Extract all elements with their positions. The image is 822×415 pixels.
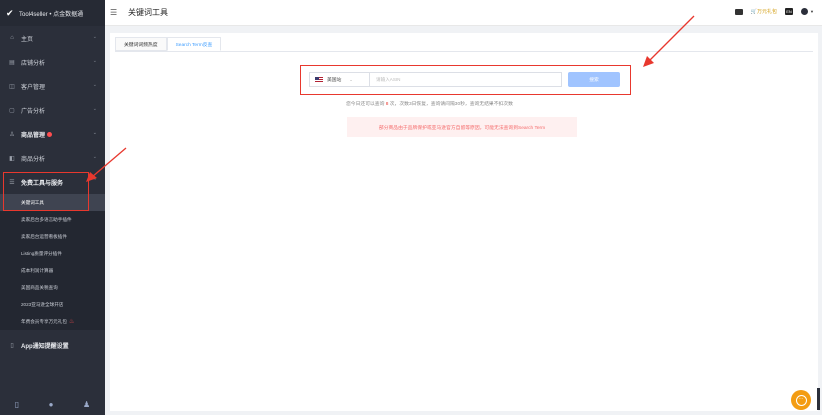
sidebar-item-label: 广告分析 bbox=[21, 108, 46, 115]
country-select[interactable]: 美国站 ⌄ bbox=[309, 72, 369, 87]
wechat-icon[interactable]: ● bbox=[49, 400, 54, 409]
sub-item-listing-score[interactable]: Listing质量评分插件 bbox=[0, 245, 105, 262]
mail-icon[interactable] bbox=[734, 8, 743, 15]
asin-input[interactable]: 请输入ASIN bbox=[369, 72, 562, 87]
sub-item-profit-calculator[interactable]: 成本利润计算器 bbox=[0, 262, 105, 279]
sidebar-item-label: 商品分析 bbox=[21, 156, 46, 163]
sub-item-tariff-query[interactable]: 美国商品关税查询 bbox=[0, 279, 105, 296]
sidebar-footer: ▯ ● ♟ bbox=[0, 393, 105, 415]
qq-icon[interactable]: ♟ bbox=[83, 400, 90, 409]
chart-icon: ◧ bbox=[9, 155, 15, 162]
sidebar-item-store[interactable]: ▤ 店铺分析 ⌄ bbox=[0, 50, 105, 74]
sidebar-item-products[interactable]: ♙ 商品管理 ⌄ bbox=[0, 122, 105, 146]
logo-icon: ✔ bbox=[6, 8, 14, 18]
fire-icon: ♨ bbox=[68, 319, 75, 325]
product-icon: ♙ bbox=[9, 131, 15, 138]
sub-item-dashboard-plugin[interactable]: 卖家后台运营看板插件 bbox=[0, 228, 105, 245]
brand[interactable]: ✔ Tool4seller • 点金数据通 bbox=[0, 0, 105, 26]
sub-item-label: 卖家后台运营看板插件 bbox=[21, 233, 67, 239]
us-flag-icon bbox=[315, 77, 323, 82]
quota-text: 您今日还可以查询 8 次，次数3日恢复，查询请间隔30秒，查询无结果不扣次数 bbox=[346, 100, 513, 107]
annotation-arrow-right bbox=[643, 15, 695, 67]
tab-search-term[interactable]: Search Term反查 bbox=[166, 37, 222, 51]
sub-item-translate-plugin[interactable]: 卖家后台多语言助手插件 bbox=[0, 211, 105, 228]
chevron-down-icon: ⌄ bbox=[92, 82, 97, 88]
sub-item-vip-gift[interactable]: 年费会员专享万元礼包 ♨ bbox=[0, 313, 105, 330]
sidebar-item-label: App通知提醒设置 bbox=[21, 343, 69, 350]
quota-prefix: 您今日还可以查询 bbox=[346, 102, 385, 107]
tab-bar: 关键词词频热度 Search Term反查 bbox=[115, 37, 222, 51]
sidebar-item-home[interactable]: ⌂ 主页 ⌄ bbox=[0, 26, 105, 50]
language-switch[interactable]: EN bbox=[785, 8, 794, 15]
phone-icon[interactable]: ▯ bbox=[15, 400, 19, 409]
home-icon: ⌂ bbox=[10, 35, 14, 41]
ad-icon: ▢ bbox=[9, 107, 15, 114]
chat-button[interactable]: ··· bbox=[791, 390, 811, 410]
country-value: 美国站 bbox=[327, 78, 342, 83]
caret-down-icon[interactable]: ▼ bbox=[810, 9, 814, 14]
header-actions: 🛒万元礼包 EN ▼ bbox=[734, 8, 814, 15]
menu-toggle-icon[interactable]: ☰ bbox=[110, 8, 120, 17]
top-header: ☰ 关键词工具 🛒万元礼包 EN ▼ bbox=[105, 0, 822, 26]
sub-item-label: 2023亚马逊全球开店 bbox=[21, 301, 64, 307]
warning-alert: 部分商品由于品牌保护或亚马逊官方自留等原因，可能无法查询到Search Term bbox=[347, 117, 577, 137]
sub-item-global-selling[interactable]: 2023亚马逊全球开店 bbox=[0, 296, 105, 313]
chevron-down-icon: ⌄ bbox=[349, 77, 353, 82]
gift-link[interactable]: 🛒万元礼包 bbox=[751, 8, 777, 15]
sub-item-label: 年费会员专享万元礼包 bbox=[21, 318, 67, 324]
brand-name: Tool4seller • 点金数据通 bbox=[19, 11, 84, 18]
quota-suffix: 次，次数3日恢复，查询请间隔30秒，查询无结果不扣次数 bbox=[389, 102, 513, 107]
annotation-arrow-left bbox=[86, 147, 127, 182]
tab-divider bbox=[115, 51, 813, 52]
avatar[interactable] bbox=[801, 8, 809, 15]
sub-item-label: 卖家后台多语言助手插件 bbox=[21, 216, 72, 222]
gift-label: 万元礼包 bbox=[757, 9, 778, 15]
search-button[interactable]: 搜索 bbox=[568, 72, 620, 87]
search-form: 美国站 ⌄ 请输入ASIN 搜索 bbox=[309, 72, 620, 87]
store-icon: ▤ bbox=[9, 59, 15, 66]
chevron-down-icon: ⌄ bbox=[92, 130, 97, 136]
sidebar-item-ads[interactable]: ▢ 广告分析 ⌄ bbox=[0, 98, 105, 122]
notification-dot bbox=[47, 131, 53, 137]
chevron-down-icon: ⌄ bbox=[92, 106, 97, 112]
annotation-box-search: 美国站 ⌄ 请输入ASIN 搜索 bbox=[300, 65, 631, 95]
sub-item-label: 成本利润计算器 bbox=[21, 267, 54, 273]
tab-keyword-frequency[interactable]: 关键词词频热度 bbox=[115, 37, 167, 51]
chat-icon: ··· bbox=[795, 394, 807, 406]
sub-item-label: Listing质量评分插件 bbox=[21, 250, 62, 256]
sidebar-item-app-settings[interactable]: ▯ App通知提醒设置 bbox=[0, 333, 105, 357]
page-title: 关键词工具 bbox=[128, 8, 168, 17]
chevron-down-icon: ⌄ bbox=[92, 34, 97, 40]
free-tools-submenu: 关键词工具 卖家后台多语言助手插件 卖家后台运营看板插件 Listing质量评分… bbox=[0, 194, 105, 330]
sidebar-item-label: 主页 bbox=[21, 36, 34, 43]
sidebar-item-label: 客户管理 bbox=[21, 84, 46, 91]
sidebar-item-label: 店铺分析 bbox=[21, 60, 46, 67]
annotation-box-free-tools bbox=[3, 172, 89, 211]
quota-count: 8 bbox=[385, 102, 389, 107]
sidebar-item-label: 商品管理 bbox=[21, 132, 46, 139]
sidebar-item-customer[interactable]: ◫ 客户管理 ⌄ bbox=[0, 74, 105, 98]
app-icon: ▯ bbox=[10, 342, 14, 349]
scrollbar[interactable] bbox=[817, 388, 820, 410]
sub-item-label: 美国商品关税查询 bbox=[21, 284, 58, 290]
customer-icon: ◫ bbox=[9, 83, 15, 90]
chevron-down-icon: ⌄ bbox=[92, 58, 97, 64]
main-content: 关键词词频热度 Search Term反查 美国站 ⌄ 请输入ASIN 搜索 您… bbox=[110, 33, 818, 411]
